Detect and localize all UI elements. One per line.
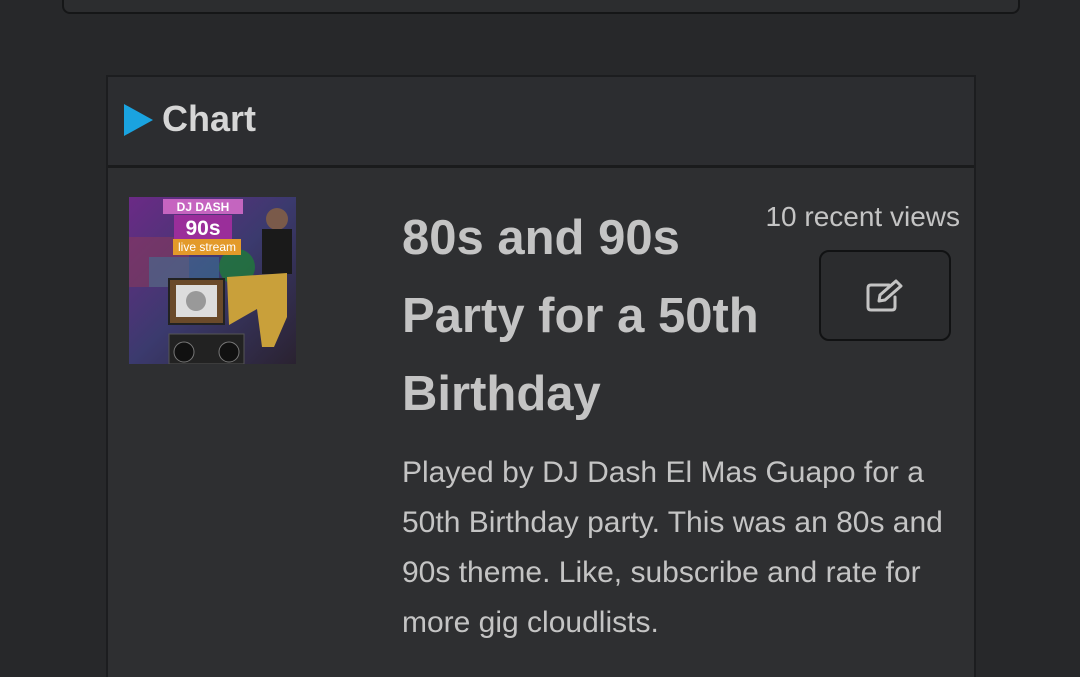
panel-header: Chart	[108, 77, 974, 168]
mix-title[interactable]: 80s and 90s Party for a 50th Birthday	[402, 199, 782, 433]
mix-thumbnail[interactable]: DJ DASH 90s live stream	[129, 197, 296, 364]
edit-icon	[866, 279, 903, 311]
recent-views-count: 10 recent views	[765, 201, 960, 232]
thumbnail-artwork: DJ DASH 90s live stream	[129, 197, 296, 364]
chart-panel: Chart DJ DASH 90s live stream 80s and 90…	[106, 75, 976, 677]
previous-card	[62, 0, 1020, 14]
section-title: Chart	[162, 98, 257, 139]
thumbnail-badge-text: 90s	[185, 217, 220, 240]
mix-description: Played by DJ Dash El Mas Guapo for a 50t…	[402, 456, 943, 639]
edit-button[interactable]	[819, 250, 951, 341]
play-icon	[124, 104, 153, 136]
thumbnail-logo-text: DJ DASH	[177, 200, 230, 214]
thumbnail-banner-text: live stream	[178, 240, 236, 254]
